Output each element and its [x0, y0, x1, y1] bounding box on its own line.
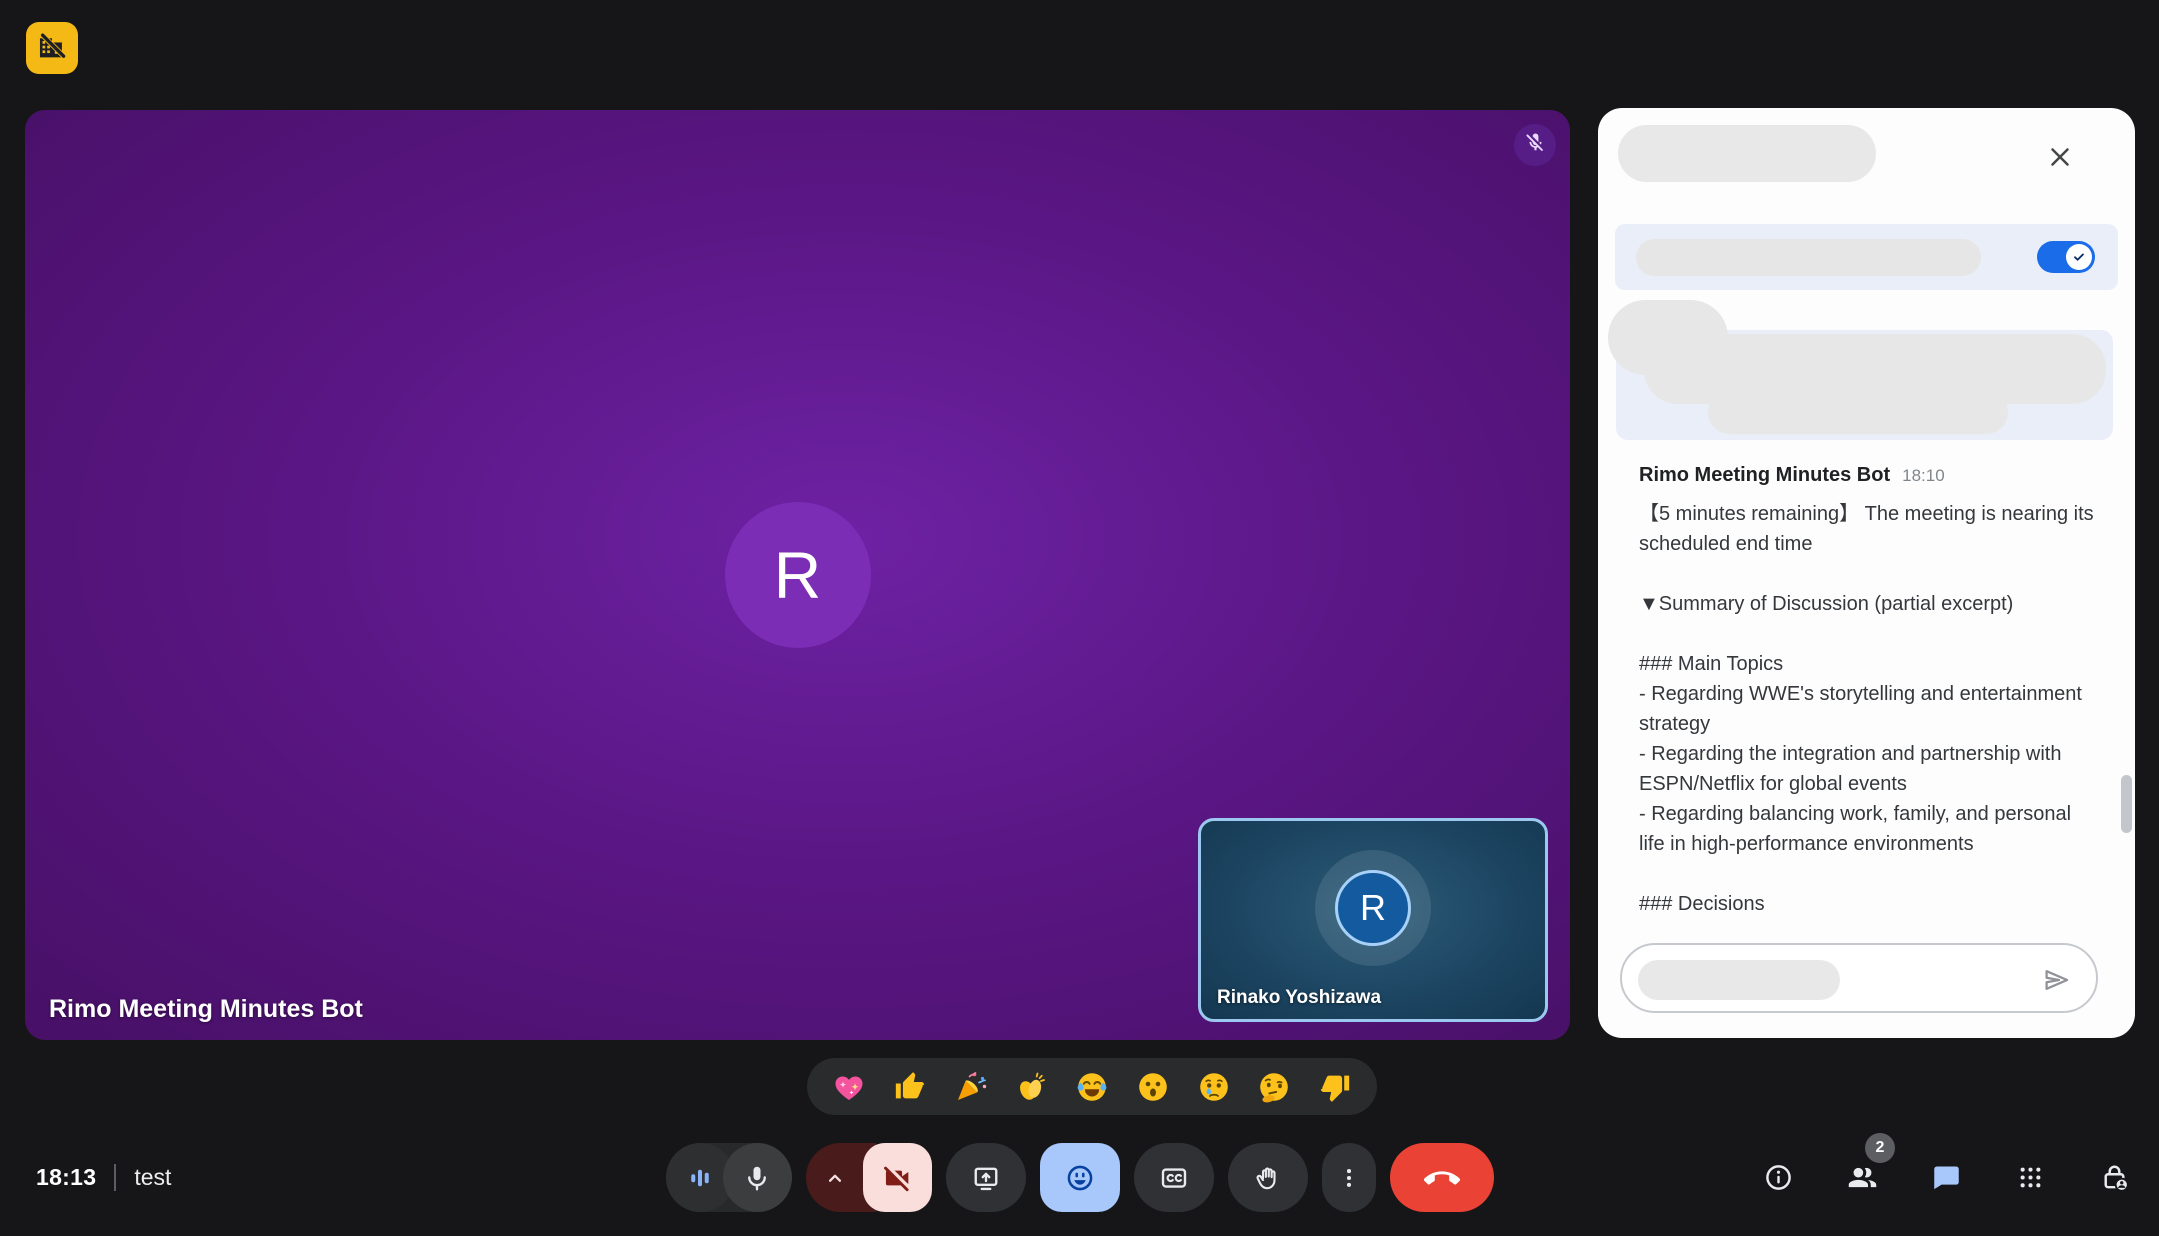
message-timestamp: 18:10 — [1902, 466, 1945, 485]
thinking-face-icon — [1260, 1072, 1289, 1102]
meeting-panels-controls: 2 — [1757, 1132, 2135, 1212]
host-controls-button[interactable] — [2093, 1157, 2135, 1199]
panel-setting-row — [1615, 224, 2118, 290]
end-call-button[interactable] — [1389, 1143, 1494, 1212]
face-with-tears-of-joy-icon — [1077, 1072, 1107, 1101]
avatar-letter: R — [773, 538, 822, 612]
mic-muted-badge — [1514, 124, 1556, 166]
meeting-name: test — [134, 1164, 172, 1190]
camera-off-icon — [884, 1164, 911, 1191]
participant-name-label: Rinako Yoshizawa — [1217, 987, 1382, 1008]
reactions-bar — [807, 1058, 1377, 1115]
building-disabled-icon — [35, 29, 69, 68]
avatar: R — [724, 502, 871, 648]
send-message-button[interactable] — [2040, 963, 2074, 997]
apps-grid-icon — [2020, 1167, 2040, 1188]
microphone-control — [665, 1143, 792, 1212]
redacted-setting-label — [1636, 239, 1981, 276]
reactions-button[interactable] — [1039, 1143, 1120, 1212]
reaction-crying-face-button[interactable] — [1195, 1068, 1233, 1106]
divider — [114, 1164, 117, 1191]
avatar: R — [1335, 870, 1411, 947]
thumbs-down-icon — [1320, 1075, 1350, 1102]
chat-message-header: Rimo Meeting Minutes Bot 18:10 — [1639, 464, 2097, 487]
lock-person-icon — [2103, 1165, 2129, 1192]
chevron-up-icon — [828, 1174, 841, 1182]
setting-toggle-switch[interactable] — [2037, 241, 2095, 273]
redacted-panel-subtitle — [1636, 156, 1826, 182]
participant-name-label: Rimo Meeting Minutes Bot — [49, 995, 363, 1023]
reaction-face-with-tears-of-joy-button[interactable] — [1073, 1068, 1111, 1106]
redacted-card-content — [1708, 390, 2008, 434]
reaction-party-popper-button[interactable] — [952, 1068, 990, 1106]
reaction-thumbs-up-button[interactable] — [891, 1068, 929, 1106]
end-call-icon — [1423, 1170, 1460, 1185]
thumbs-up-icon — [895, 1071, 924, 1098]
raise-hand-button[interactable] — [1227, 1143, 1308, 1212]
reaction-thumbs-down-button[interactable] — [1316, 1068, 1354, 1106]
chat-composer[interactable] — [1620, 943, 2098, 1013]
reaction-thinking-face-button[interactable] — [1255, 1068, 1293, 1106]
reaction-clapping-hands-button[interactable] — [1012, 1068, 1050, 1106]
sparkling-heart-icon — [835, 1076, 863, 1100]
check-icon — [2074, 253, 2084, 261]
close-icon — [2051, 148, 2069, 166]
video-tile-main[interactable]: R Rimo Meeting Minutes Bot R Rinako Yosh… — [25, 110, 1570, 1040]
people-button[interactable]: 2 — [1841, 1132, 1895, 1199]
reaction-sparkling-heart-button[interactable] — [830, 1068, 868, 1106]
side-panel: Rimo Meeting Minutes Bot 18:10 【5 minute… — [1598, 108, 2135, 1038]
camera-off-button[interactable] — [862, 1143, 932, 1212]
status-bar: 18:13 test — [36, 1143, 171, 1212]
more-options-icon — [1346, 1168, 1351, 1187]
present-screen-icon — [974, 1167, 997, 1190]
mic-off-icon — [1523, 130, 1548, 160]
message-author: Rimo Meeting Minutes Bot — [1639, 464, 1891, 486]
activities-button[interactable] — [2009, 1157, 2051, 1199]
meeting-details-button[interactable] — [1757, 1157, 1799, 1199]
redacted-composer-placeholder — [1638, 960, 1840, 1000]
people-icon — [1848, 1167, 1876, 1188]
clapping-hands-icon — [1020, 1072, 1046, 1100]
clock: 18:13 — [36, 1164, 97, 1190]
avatar-letter: R — [1360, 887, 1386, 929]
waveform-icon — [691, 1169, 709, 1186]
video-tile-self[interactable]: R Rinako Yoshizawa — [1198, 818, 1548, 1022]
info-icon — [1765, 1165, 1791, 1190]
send-icon — [2045, 970, 2069, 990]
toggle-knob — [2066, 244, 2092, 270]
panel-info-card — [1608, 300, 2113, 440]
panel-scrollbar-thumb[interactable] — [2121, 775, 2132, 833]
message-body: 【5 minutes remaining】 The meeting is nea… — [1639, 503, 2094, 915]
camera-control — [805, 1143, 932, 1212]
crying-face-icon — [1199, 1072, 1228, 1101]
smiley-icon — [1067, 1165, 1092, 1190]
close-panel-button[interactable] — [2043, 140, 2077, 174]
participants-count-badge: 2 — [1865, 1132, 1895, 1163]
present-screen-button[interactable] — [945, 1143, 1026, 1212]
mute-microphone-button[interactable] — [722, 1143, 792, 1212]
party-popper-icon — [957, 1071, 986, 1100]
call-controls-toolbar — [665, 1143, 1494, 1212]
chat-button[interactable] — [1925, 1157, 1967, 1199]
captions-button[interactable] — [1133, 1143, 1214, 1212]
surprised-face-icon — [1138, 1072, 1167, 1101]
microphone-icon — [748, 1166, 766, 1190]
chat-message: Rimo Meeting Minutes Bot 18:10 【5 minute… — [1639, 464, 2097, 919]
raise-hand-icon — [1255, 1167, 1276, 1189]
captions-icon — [1161, 1167, 1186, 1188]
more-options-button[interactable] — [1321, 1143, 1376, 1212]
extension-overlay-button[interactable] — [26, 22, 78, 74]
meet-app-window: R Rimo Meeting Minutes Bot R Rinako Yosh… — [0, 0, 2159, 1236]
chat-icon — [1933, 1166, 1959, 1190]
reaction-surprised-face-button[interactable] — [1134, 1068, 1172, 1106]
